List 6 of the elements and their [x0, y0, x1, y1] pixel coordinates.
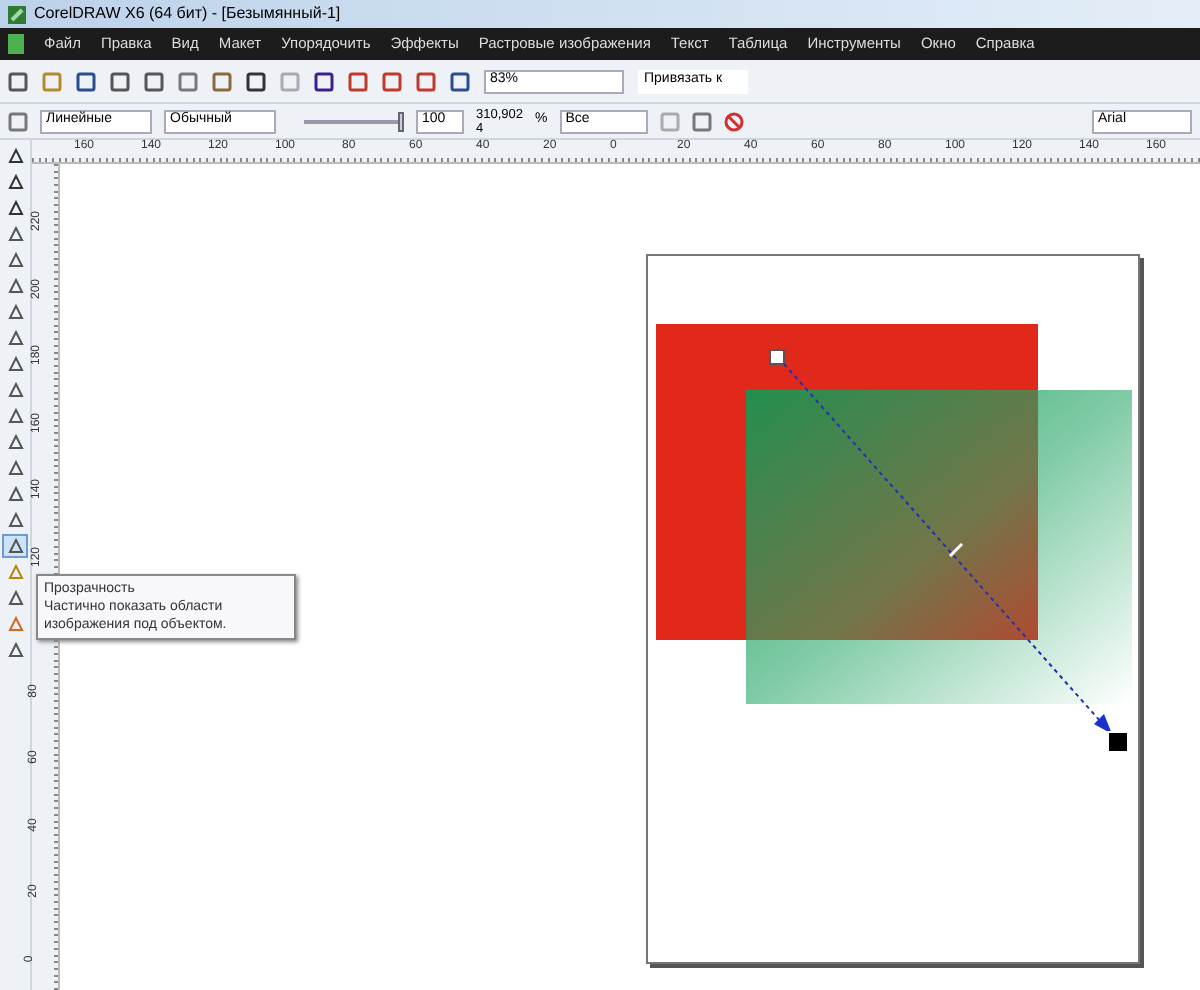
gradient-transparent-rectangle[interactable] [746, 390, 1132, 704]
clear-icon[interactable] [723, 111, 744, 131]
slider-thumb[interactable] [398, 111, 404, 131]
app-logo-icon [8, 5, 26, 23]
tool-button[interactable] [2, 534, 28, 558]
window-title: CorelDRAW X6 (64 бит) - [Безымянный-1] [34, 2, 341, 26]
